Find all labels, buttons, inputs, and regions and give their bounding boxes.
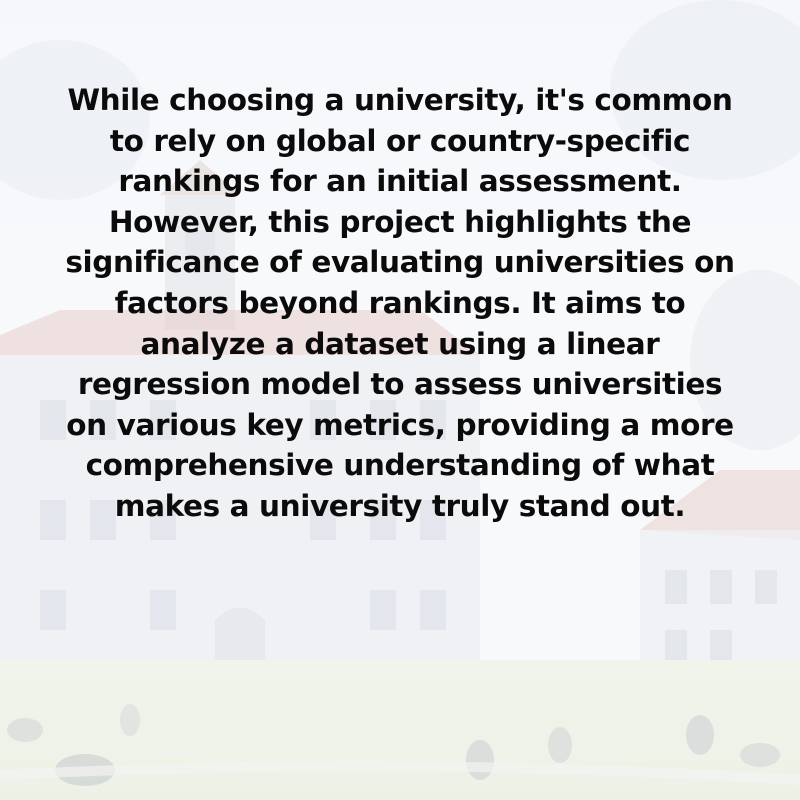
post-card: While choosing a university, it's common… — [0, 0, 800, 800]
project-description-text: While choosing a university, it's common… — [65, 83, 735, 523]
